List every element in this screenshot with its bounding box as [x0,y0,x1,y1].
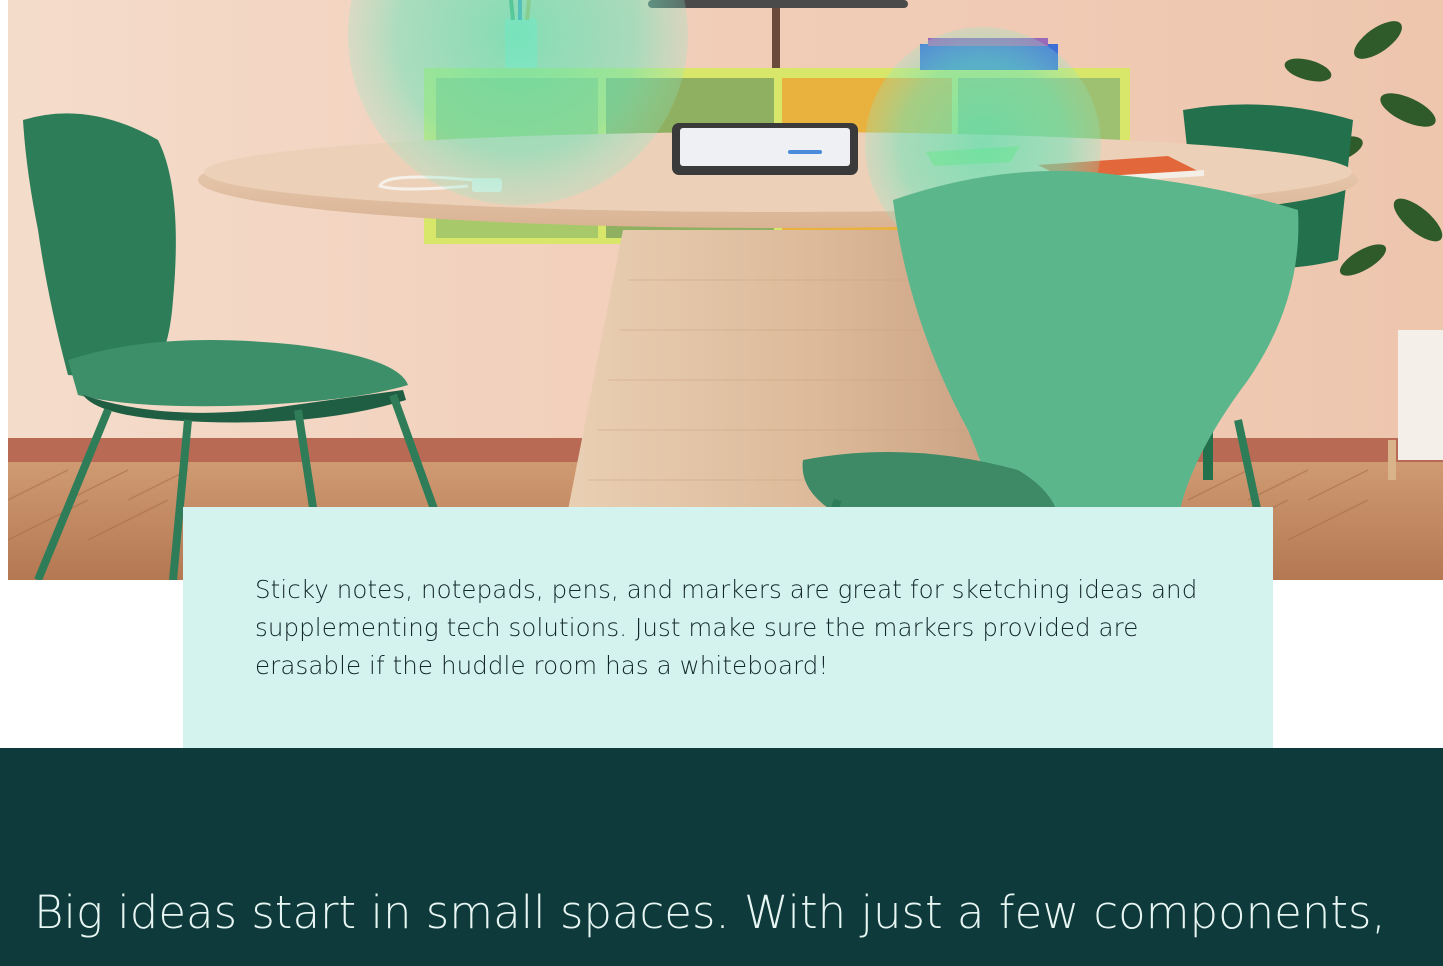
hero-image [8,0,1443,580]
caption-text: Sticky notes, notepads, pens, and marker… [255,575,1198,680]
huddle-room-illustration [8,0,1443,580]
page: Sticky notes, notepads, pens, and marker… [0,0,1443,966]
caption-card: Sticky notes, notepads, pens, and marker… [183,507,1273,748]
dark-section: Big ideas start in small spaces. With ju… [0,748,1443,966]
section-heading: Big ideas start in small spaces. With ju… [34,886,1386,939]
